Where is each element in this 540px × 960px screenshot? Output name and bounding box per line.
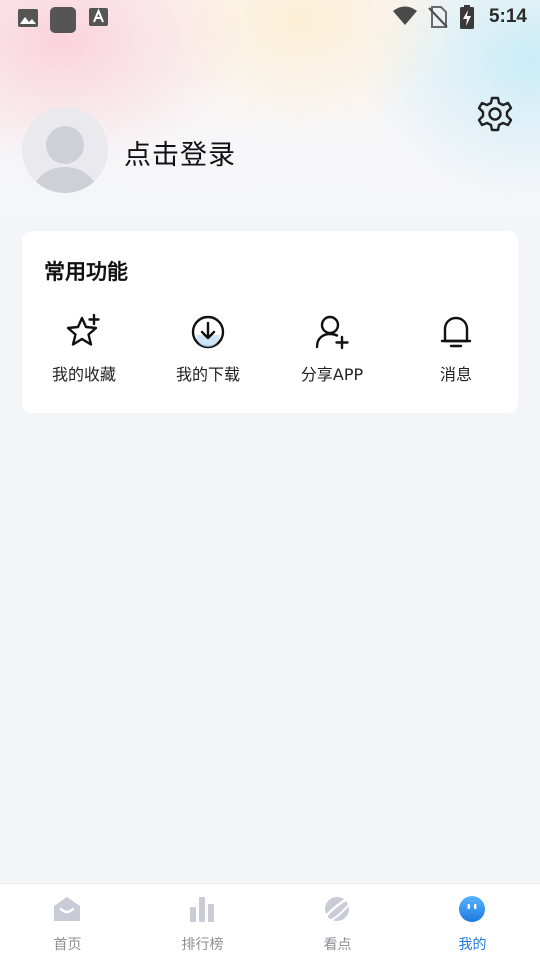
home-icon	[54, 897, 80, 921]
status-time: 5:14	[488, 6, 527, 27]
messages-label: 消息	[439, 365, 472, 384]
wifi-icon	[393, 6, 417, 25]
battery-charging-icon	[460, 5, 474, 29]
bell-icon	[440, 316, 472, 348]
nav-home[interactable]: 首页	[0, 884, 135, 960]
add-user-icon	[315, 315, 349, 350]
common-functions-card: 常用功能 我的收藏 我的下载 分享APP 消息	[22, 231, 518, 413]
smile-face-icon	[459, 896, 485, 922]
messages-button[interactable]: 消息	[394, 313, 518, 393]
avatar[interactable]	[22, 107, 108, 193]
settings-gear-icon[interactable]	[476, 95, 514, 133]
default-user-icon	[33, 126, 97, 193]
share-app-button[interactable]: 分享APP	[270, 313, 394, 393]
favorites-button[interactable]: 我的收藏	[22, 313, 146, 393]
share-app-label: 分享APP	[300, 365, 364, 384]
image-notification-icon	[18, 9, 38, 27]
nav-home-label: 首页	[53, 937, 82, 953]
nav-ranking-label: 排行榜	[181, 937, 224, 953]
nav-mine[interactable]: 我的	[405, 884, 540, 960]
card-title: 常用功能	[44, 260, 128, 284]
bar-chart-icon	[190, 897, 214, 922]
text-notification-icon	[89, 8, 108, 26]
no-sim-icon	[428, 6, 448, 28]
status-bar: 5:14	[0, 0, 540, 36]
downloads-label: 我的下载	[175, 365, 240, 384]
nav-highlights[interactable]: 看点	[270, 884, 405, 960]
planet-icon	[323, 896, 351, 922]
downloads-button[interactable]: 我的下载	[146, 313, 270, 393]
nav-highlights-label: 看点	[323, 937, 352, 953]
star-plus-icon	[66, 313, 100, 346]
nav-ranking[interactable]: 排行榜	[135, 884, 270, 960]
nav-mine-label: 我的	[458, 937, 487, 953]
favorites-label: 我的收藏	[51, 365, 116, 384]
download-icon	[191, 315, 225, 349]
app-notification-icon	[50, 7, 76, 33]
bottom-navigation: 首页 排行榜 看点 我的	[0, 883, 540, 960]
login-prompt[interactable]: 点击登录	[124, 133, 236, 172]
